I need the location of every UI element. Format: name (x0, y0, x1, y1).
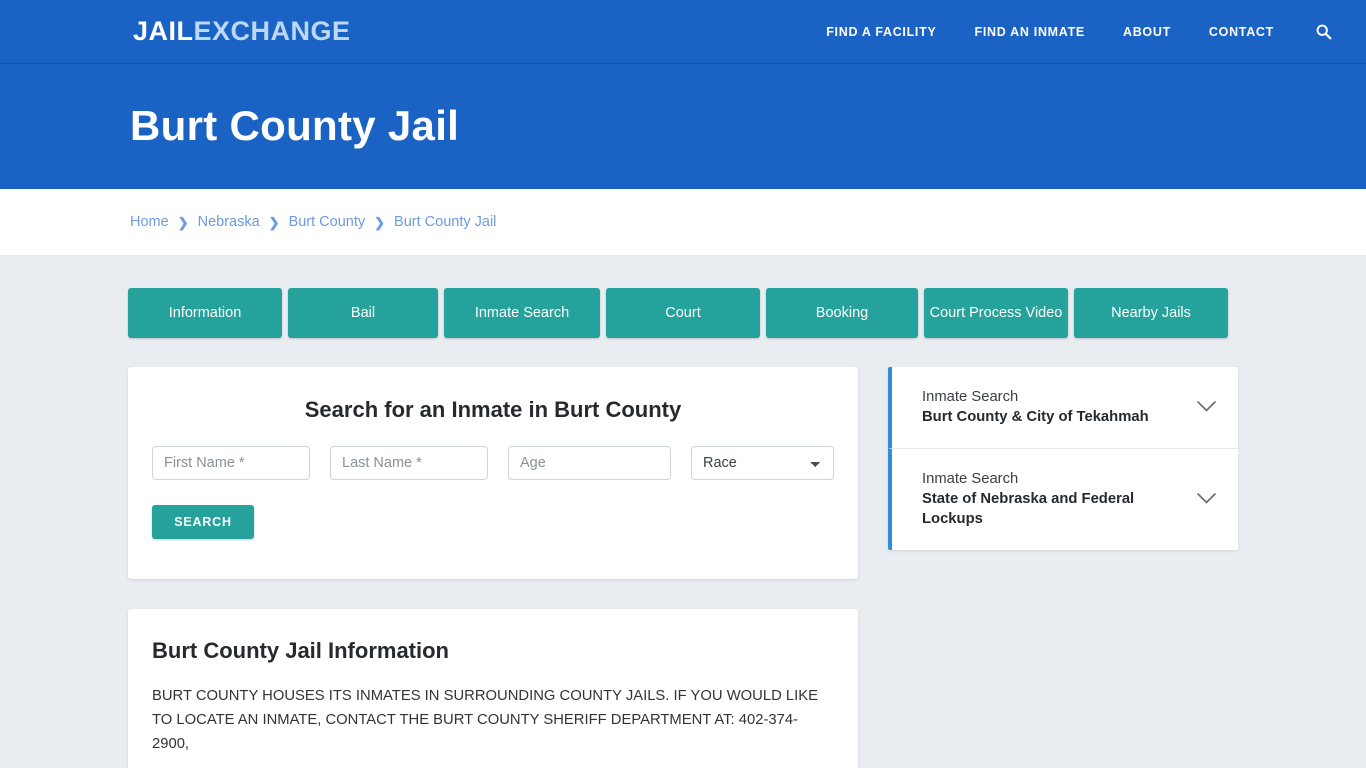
accordion-item-state-nebraska[interactable]: Inmate Search State of Nebraska and Fede… (888, 448, 1238, 551)
search-card-heading: Search for an Inmate in Burt County (304, 397, 682, 422)
breadcrumb: Home ❯ Nebraska ❯ Burt County ❯ Burt Cou… (130, 214, 496, 230)
tab-booking[interactable]: Booking (766, 288, 918, 338)
two-column-layout: Search for an Inmate in Burt County Race… (128, 367, 1238, 768)
breadcrumb-band: Home ❯ Nebraska ❯ Burt County ❯ Burt Cou… (0, 189, 1366, 255)
accordion-item-line2: Burt County & City of Tekahmah (922, 408, 1149, 425)
breadcrumb-item-nebraska[interactable]: Nebraska (198, 214, 260, 230)
nav-about[interactable]: ABOUT (1104, 25, 1190, 39)
accordion-item-line1: Inmate Search (922, 471, 1019, 488)
chevron-right-icon: ❯ (177, 214, 189, 230)
first-name-input[interactable] (152, 446, 310, 480)
site-header: JAILEXCHANGE FIND A FACILITY FIND AN INM… (0, 0, 1366, 64)
tab-court[interactable]: Court (606, 288, 760, 338)
chevron-right-icon: ❯ (374, 214, 386, 230)
breadcrumb-item-home[interactable]: Home (130, 214, 169, 230)
breadcrumb-item-burt-county[interactable]: Burt County (289, 214, 366, 230)
info-section-title: Burt County Jail Information (152, 638, 449, 663)
accordion-item-label: Inmate Search Burt County & City of Teka… (922, 388, 1149, 427)
accordion-item-label: Inmate Search State of Nebraska and Fede… (922, 470, 1194, 529)
chevron-down-icon[interactable] (1197, 491, 1216, 509)
breadcrumb-item-burt-county-jail[interactable]: Burt County Jail (394, 214, 496, 230)
age-input[interactable] (508, 446, 671, 480)
inmate-search-card: Search for an Inmate in Burt County Race… (128, 367, 858, 579)
page-title-band: Burt County Jail (0, 64, 1366, 189)
tab-nearby-jails[interactable]: Nearby Jails (1074, 288, 1228, 338)
tab-inmate-search[interactable]: Inmate Search (444, 288, 600, 338)
race-select[interactable]: Race (691, 446, 834, 480)
info-paragraph-1: BURT COUNTY HOUSES ITS INMATES IN SURROU… (152, 688, 818, 752)
site-logo[interactable]: JAILEXCHANGE (133, 18, 351, 45)
nav-find-an-inmate[interactable]: FIND AN INMATE (955, 25, 1103, 39)
logo-text-secondary: EXCHANGE (193, 16, 351, 46)
nav-contact[interactable]: CONTACT (1190, 25, 1293, 39)
search-icon[interactable] (1293, 23, 1342, 40)
content-wrapper: Information Bail Inmate Search Court Boo… (128, 288, 1238, 768)
page-body: Information Bail Inmate Search Court Boo… (0, 255, 1366, 768)
tab-information[interactable]: Information (128, 288, 282, 338)
chevron-right-icon: ❯ (268, 214, 280, 230)
tab-court-process-video[interactable]: Court Process Video (924, 288, 1068, 338)
inmate-search-accordion: Inmate Search Burt County & City of Teka… (888, 367, 1238, 551)
jail-information-card: Burt County Jail Information BURT COUNTY… (128, 609, 858, 768)
main-navigation: FIND A FACILITY FIND AN INMATE ABOUT CON… (807, 23, 1342, 40)
last-name-input[interactable] (330, 446, 488, 480)
page-title: Burt County Jail (130, 102, 460, 150)
accordion-item-line2: State of Nebraska and Federal Lockups (922, 491, 1135, 527)
section-tabs: Information Bail Inmate Search Court Boo… (128, 288, 1238, 338)
main-column: Search for an Inmate in Burt County Race… (128, 367, 858, 768)
tab-bail[interactable]: Bail (288, 288, 438, 338)
chevron-down-icon[interactable] (1197, 399, 1216, 417)
logo-text-primary: JAIL (133, 16, 194, 46)
nav-find-a-facility[interactable]: FIND A FACILITY (807, 25, 955, 39)
search-fields-row: Race (152, 446, 834, 480)
accordion-item-line1: Inmate Search (922, 389, 1019, 405)
accordion-item-burt-county[interactable]: Inmate Search Burt County & City of Teka… (888, 367, 1238, 449)
sidebar-column: Inmate Search Burt County & City of Teka… (888, 367, 1238, 551)
search-submit-button[interactable]: SEARCH (152, 505, 254, 539)
